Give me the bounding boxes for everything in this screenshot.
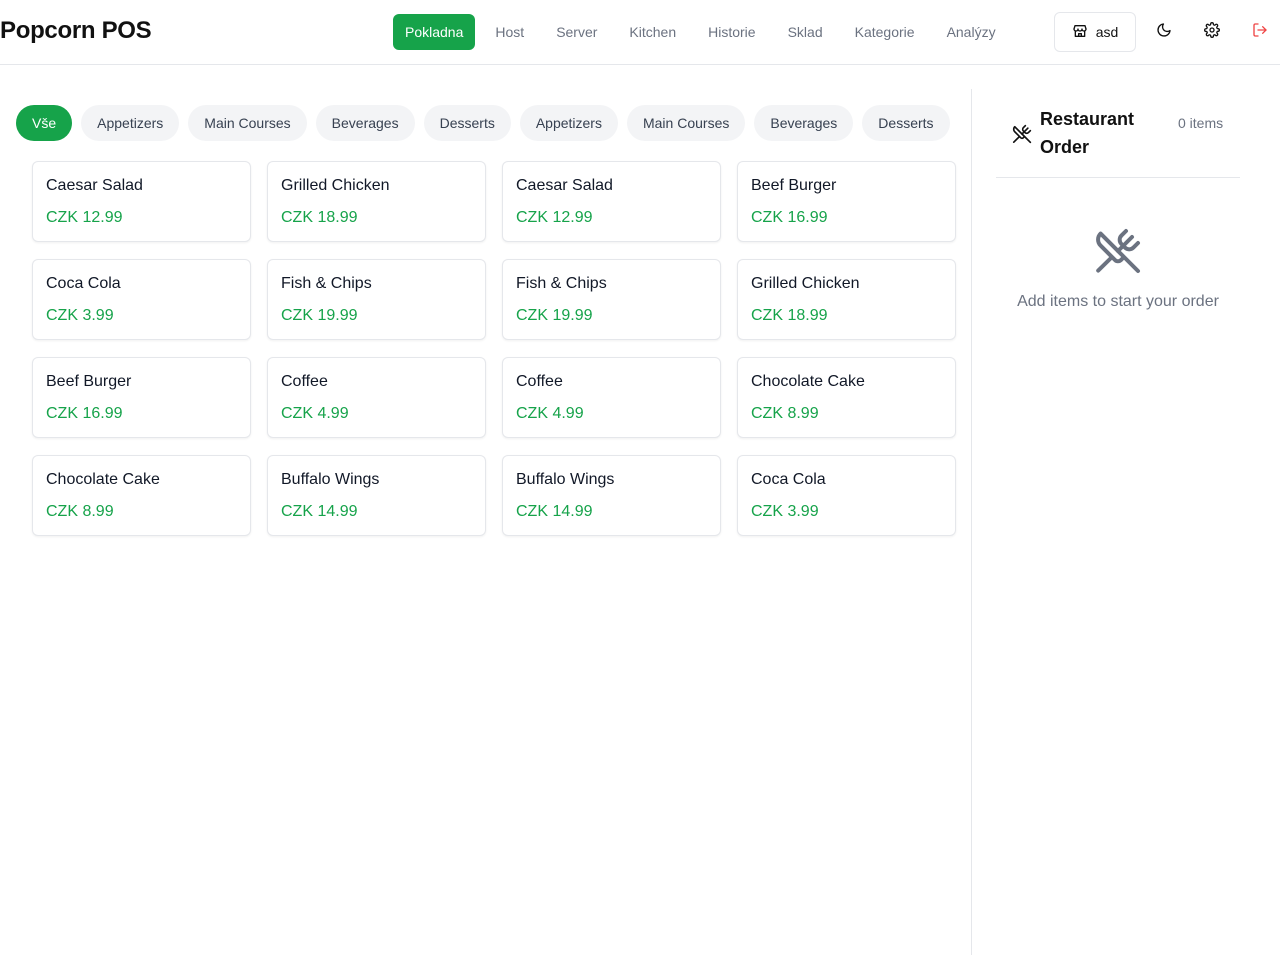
product-name: Fish & Chips (516, 275, 607, 292)
category-pill-desserts[interactable]: Desserts (423, 105, 511, 141)
product-name: Coca Cola (46, 275, 121, 292)
order-item-count: 0 items (1178, 115, 1224, 131)
product-price: CZK 8.99 (46, 503, 114, 520)
product-card[interactable]: Coca Cola CZK 3.99 (737, 455, 956, 536)
product-name: Coffee (516, 373, 563, 390)
order-panel: Restaurant Order 0 items Add items to st… (996, 89, 1240, 310)
product-price: CZK 12.99 (516, 209, 593, 226)
product-price: CZK 19.99 (516, 307, 593, 324)
category-pill-beverages[interactable]: Beverages (754, 105, 854, 141)
product-price: CZK 3.99 (46, 307, 114, 324)
product-card[interactable]: Buffalo Wings CZK 14.99 (502, 455, 721, 536)
product-price: CZK 14.99 (516, 503, 593, 520)
nav-item-historie[interactable]: Historie (696, 14, 767, 50)
product-name: Buffalo Wings (516, 471, 615, 488)
product-name: Coffee (281, 373, 328, 390)
product-card[interactable]: Coffee CZK 4.99 (502, 357, 721, 438)
nav-item-sklad[interactable]: Sklad (776, 14, 835, 50)
product-price: CZK 14.99 (281, 503, 358, 520)
product-price: CZK 18.99 (281, 209, 358, 226)
order-title: Restaurant Order (1040, 109, 1135, 157)
theme-toggle-button[interactable] (1148, 16, 1180, 48)
product-price: CZK 12.99 (46, 209, 123, 226)
product-name: Caesar Salad (516, 177, 613, 194)
category-pill-appetizers[interactable]: Appetizers (519, 105, 618, 141)
product-name: Caesar Salad (46, 177, 143, 194)
product-card[interactable]: Caesar Salad CZK 12.99 (32, 161, 251, 242)
nav-item-pokladna[interactable]: Pokladna (393, 14, 476, 50)
product-name: Fish & Chips (281, 275, 372, 292)
order-header: Restaurant Order 0 items (996, 89, 1240, 178)
product-price: CZK 18.99 (751, 307, 828, 324)
empty-order-state: Add items to start your order (996, 227, 1240, 311)
nav-item-server[interactable]: Server (544, 14, 609, 50)
utensils-crossed-icon (996, 227, 1240, 275)
category-pill-beverages[interactable]: Beverages (315, 105, 415, 141)
product-card[interactable]: Buffalo Wings CZK 14.99 (267, 455, 486, 536)
top-bar: Popcorn POS Pokladna Host Server Kitchen… (0, 0, 1280, 65)
product-name: Grilled Chicken (751, 275, 860, 292)
product-price: CZK 16.99 (46, 405, 123, 422)
nav-item-host[interactable]: Host (483, 14, 536, 50)
main-nav: Pokladna Host Server Kitchen Historie Sk… (393, 14, 1016, 50)
utensils-crossed-icon (1012, 124, 1032, 149)
product-card[interactable]: Grilled Chicken CZK 18.99 (267, 161, 486, 242)
product-price: CZK 19.99 (281, 307, 358, 324)
store-icon (1072, 23, 1088, 42)
product-name: Coca Cola (751, 471, 826, 488)
product-card[interactable]: Chocolate Cake CZK 8.99 (32, 455, 251, 536)
category-pill-main-courses[interactable]: Main Courses (626, 105, 746, 141)
nav-item-kitchen[interactable]: Kitchen (617, 14, 688, 50)
nav-item-analyzy[interactable]: Analýzy (935, 14, 1008, 50)
gear-icon (1204, 21, 1220, 43)
product-name: Beef Burger (751, 177, 837, 194)
product-price: CZK 4.99 (516, 405, 584, 422)
product-card[interactable]: Beef Burger CZK 16.99 (737, 161, 956, 242)
app-title: Popcorn POS (0, 17, 152, 44)
product-name: Chocolate Cake (751, 373, 865, 390)
panel-divider (971, 89, 972, 955)
product-price: CZK 4.99 (281, 405, 349, 422)
product-card[interactable]: Caesar Salad CZK 12.99 (502, 161, 721, 242)
product-price: CZK 3.99 (751, 503, 819, 520)
category-filter-bar: Vše Appetizers Main Courses Beverages De… (16, 105, 971, 141)
category-pill-desserts[interactable]: Desserts (862, 105, 950, 141)
product-name: Buffalo Wings (281, 471, 380, 488)
product-card[interactable]: Fish & Chips CZK 19.99 (267, 259, 486, 340)
store-name: asd (1095, 24, 1119, 40)
product-grid: Caesar Salad CZK 12.99 Grilled Chicken CZK… (32, 161, 956, 536)
product-card[interactable]: Beef Burger CZK 16.99 (32, 357, 251, 438)
settings-button[interactable] (1196, 16, 1228, 48)
product-card[interactable]: Coffee CZK 4.99 (267, 357, 486, 438)
product-name: Chocolate Cake (46, 471, 160, 488)
product-card[interactable]: Fish & Chips CZK 19.99 (502, 259, 721, 340)
product-card[interactable]: Coca Cola CZK 3.99 (32, 259, 251, 340)
category-pill-all[interactable]: Vše (16, 105, 73, 141)
category-pill-appetizers[interactable]: Appetizers (81, 105, 180, 141)
nav-item-kategorie[interactable]: Kategorie (843, 14, 927, 50)
product-name: Beef Burger (46, 373, 132, 390)
category-pill-main-courses[interactable]: Main Courses (188, 105, 307, 141)
store-selector-button[interactable]: asd (1054, 12, 1136, 52)
empty-order-message: Add items to start your order (1017, 293, 1219, 310)
product-price: CZK 16.99 (751, 209, 828, 226)
product-name: Grilled Chicken (281, 177, 390, 194)
product-card[interactable]: Grilled Chicken CZK 18.99 (737, 259, 956, 340)
menu-panel: Vše Appetizers Main Courses Beverages De… (0, 89, 971, 978)
logout-icon (1252, 22, 1268, 43)
product-price: CZK 8.99 (751, 405, 819, 422)
product-card[interactable]: Chocolate Cake CZK 8.99 (737, 357, 956, 438)
moon-icon (1156, 22, 1172, 43)
logout-button[interactable] (1244, 16, 1276, 48)
